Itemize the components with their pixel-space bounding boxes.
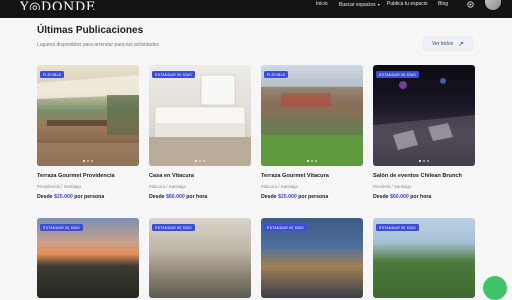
listing-price: Desde $60.000 por hora — [373, 194, 431, 200]
nav-blog[interactable]: Blog — [438, 1, 448, 8]
listing-name[interactable]: Casa en Vitacura — [149, 173, 194, 179]
nav-inicio[interactable]: Inicio — [316, 1, 328, 8]
listing-price: Desde $80.000 por hora — [149, 194, 207, 200]
price-unit: por hora — [186, 194, 208, 200]
price-unit: por hora — [410, 194, 432, 200]
listing-location: Vitacura / Santiago — [149, 184, 187, 189]
listing-badge: FLEXIBLE — [264, 71, 289, 78]
listing-location: Vitacura / Santiago — [261, 184, 299, 189]
listing-photo[interactable]: ESTANDAR 30 DÍAS — [373, 65, 475, 166]
listing-photo[interactable]: FLEXIBLE — [37, 65, 139, 166]
listing-photo[interactable]: ESTANDAR 90 DÍAS — [261, 218, 363, 298]
chevron-down-icon: ▾ — [377, 2, 380, 7]
price-prefix: Desde — [37, 194, 53, 200]
chat-button[interactable] — [483, 276, 507, 300]
nav-publica[interactable]: Publica tu espacio — [387, 1, 428, 8]
section-subtitle: Lugares disponibles para arrendar para t… — [37, 42, 160, 48]
price-amount: $25.000 — [278, 194, 297, 200]
price-prefix: Desde — [373, 194, 389, 200]
listing-location: Recoleta / Santiago — [373, 184, 412, 189]
section-title: Últimas Publicaciones — [37, 25, 144, 36]
listing-location: Providencia / Santiago — [37, 184, 81, 189]
listing-badge: ESTANDAR 30 DÍAS — [376, 71, 419, 78]
price-amount: $25.000 — [54, 194, 73, 200]
listing-price: Desde $25.000 por persona — [37, 194, 104, 200]
listing-badge: FLEXIBLE — [40, 71, 65, 78]
nav-buscar-espacios[interactable]: Buscar espacios ▾ — [339, 1, 380, 9]
carousel-dots[interactable] — [373, 159, 475, 162]
listing-name[interactable]: Terraza Gourmet Providencia — [37, 173, 115, 179]
avatar[interactable] — [485, 0, 501, 10]
listing-badge: ESTANDAR 30 DÍAS — [40, 224, 83, 231]
price-unit: por persona — [298, 194, 329, 200]
site-logo[interactable]: Y◎DONDE — [20, 0, 96, 10]
listing-photo[interactable]: ESTANDAR 90 DÍAS — [149, 65, 251, 166]
price-amount: $80.000 — [166, 194, 185, 200]
top-navigation-bar: Y◎DONDE Inicio Buscar espacios ▾ Publica … — [0, 0, 512, 18]
listing-badge: ESTANDAR 90 DÍAS — [264, 224, 307, 231]
arrow-up-right-icon: ↗ — [458, 40, 464, 48]
listing-badge: ESTANDAR 90 DÍAS — [152, 224, 195, 231]
carousel-dots[interactable] — [149, 159, 251, 162]
listing-photo[interactable]: FLEXIBLE — [261, 65, 363, 166]
listing-photo[interactable]: ESTANDAR 90 DÍAS — [149, 218, 251, 298]
price-unit: por persona — [74, 194, 105, 200]
carousel-dots[interactable] — [37, 159, 139, 162]
listing-badge: ESTANDAR 90 DÍAS — [152, 71, 195, 78]
view-all-button[interactable]: Ver todos ↗ — [422, 36, 474, 51]
price-prefix: Desde — [261, 194, 277, 200]
price-amount: $60.000 — [390, 194, 409, 200]
listing-photo[interactable]: ESTANDAR 30 DÍAS — [37, 218, 139, 298]
carousel-dots[interactable] — [261, 159, 363, 162]
listing-badge: ESTANDAR 30 DÍAS — [376, 224, 419, 231]
listing-name[interactable]: Salón de eventos Chilean Brunch — [373, 173, 462, 179]
nav-buscar-label: Buscar espacios — [339, 2, 376, 8]
gear-icon[interactable] — [466, 0, 475, 9]
listing-photo[interactable]: ESTANDAR 30 DÍAS — [373, 218, 475, 298]
listing-price: Desde $25.000 por persona — [261, 194, 328, 200]
price-prefix: Desde — [149, 194, 165, 200]
listing-name[interactable]: Terraza Gourmet Vitacura — [261, 173, 329, 179]
view-all-label: Ver todos — [431, 40, 454, 47]
